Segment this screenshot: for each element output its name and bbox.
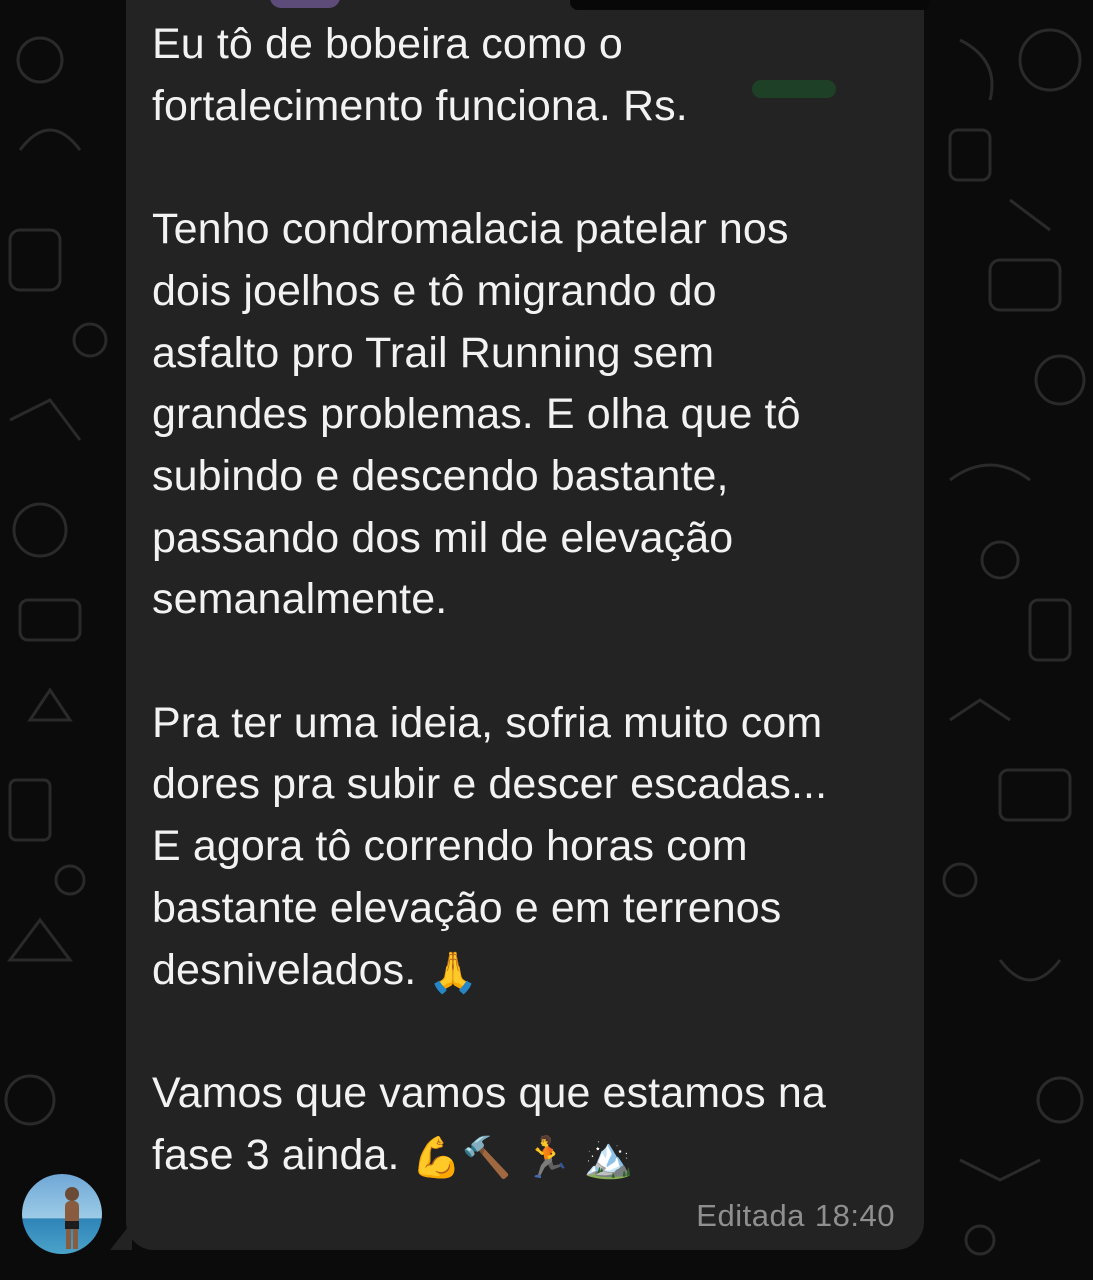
edited-label: Editada — [696, 1198, 805, 1233]
message-paragraph: Tenho condromalacia patelar nos dois joe… — [152, 205, 801, 624]
message-paragraph-text: Pra ter uma ideia, sofria muito com dore… — [152, 698, 828, 994]
message-paragraph: Vamos que vamos que estamos na fase 3 ai… — [152, 1063, 912, 1186]
emoji-sequence: 💪🔨 🏃 🏔️ — [411, 1135, 634, 1180]
message-paragraph: Pra ter uma ideia, sofria muito com dore… — [152, 693, 912, 1002]
message-meta: Editada 18:40 — [696, 1198, 895, 1234]
message-paragraph: Eu tô de bobeira como o fortalecimento f… — [152, 20, 688, 130]
redaction-bar — [570, 0, 930, 10]
message-bubble-tail — [110, 1222, 132, 1250]
pray-emoji: 🙏 — [428, 950, 479, 995]
message-time: 18:40 — [814, 1198, 895, 1233]
person-on-beach-avatar-icon — [22, 1174, 102, 1254]
avatar[interactable] — [22, 1174, 102, 1254]
message-text: Eu tô de bobeira como o fortalecimento f… — [152, 14, 912, 1186]
sender-name-partial — [270, 0, 340, 8]
